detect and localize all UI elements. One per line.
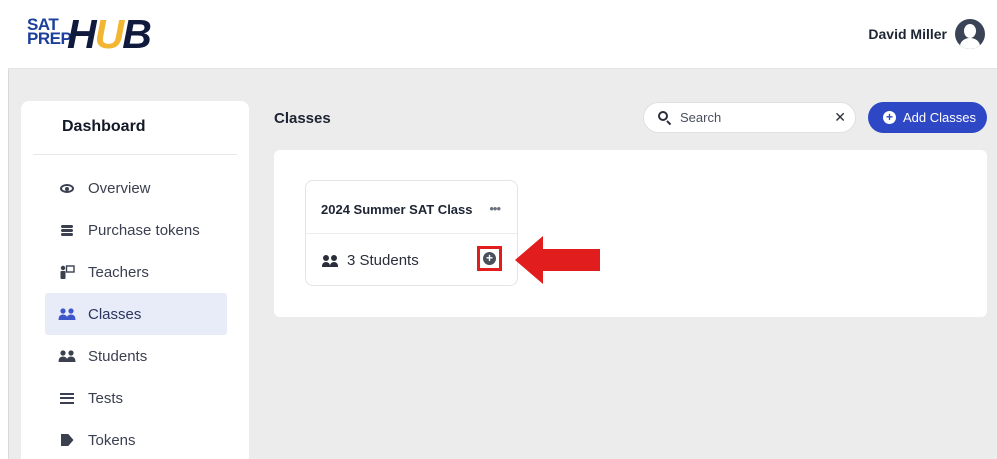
sidebar-item-tokens[interactable]: Tokens bbox=[45, 419, 227, 459]
plus-circle-icon: + bbox=[483, 252, 496, 265]
eye-icon bbox=[58, 180, 76, 196]
search-input[interactable] bbox=[680, 110, 820, 125]
class-card-title[interactable]: 2024 Summer SAT Class bbox=[321, 202, 473, 217]
logo-word-start: H bbox=[67, 11, 97, 57]
top-bar: SAT PREP HUB David Miller bbox=[8, 0, 997, 69]
sidebar: Dashboard Overview Purchase tokens Teach… bbox=[21, 101, 249, 459]
user-name[interactable]: David Miller bbox=[868, 26, 947, 42]
tag-icon bbox=[58, 432, 76, 448]
add-student-button[interactable]: + bbox=[477, 246, 502, 271]
search-box[interactable]: ✕ bbox=[643, 102, 856, 133]
logo-word-u: U bbox=[94, 11, 125, 57]
class-student-count: 3 Students bbox=[321, 252, 419, 269]
search-icon bbox=[658, 110, 672, 125]
red-arrow-annotation bbox=[515, 236, 600, 284]
avatar[interactable] bbox=[955, 19, 985, 49]
sidebar-item-purchase-tokens[interactable]: Purchase tokens bbox=[45, 209, 227, 251]
more-options-icon[interactable]: ••• bbox=[489, 201, 501, 216]
teacher-icon bbox=[58, 264, 76, 280]
users-icon bbox=[58, 306, 76, 322]
logo-line-2: PREP bbox=[27, 29, 72, 48]
plus-circle-icon: + bbox=[883, 111, 896, 124]
sidebar-item-teachers[interactable]: Teachers bbox=[45, 251, 227, 293]
sidebar-item-label: Classes bbox=[88, 305, 142, 323]
sidebar-item-label: Overview bbox=[88, 179, 151, 197]
add-classes-label: Add Classes bbox=[903, 110, 976, 125]
sidebar-item-label: Teachers bbox=[88, 263, 149, 281]
sidebar-item-label: Tests bbox=[88, 389, 124, 407]
add-classes-button[interactable]: + Add Classes bbox=[868, 102, 987, 133]
sidebar-item-classes[interactable]: Classes bbox=[45, 293, 227, 335]
sat-prep-hub-logo[interactable]: SAT PREP HUB bbox=[27, 11, 187, 57]
sidebar-item-label: Purchase tokens bbox=[88, 221, 200, 239]
sidebar-item-label: Tokens bbox=[88, 431, 136, 449]
sidebar-title: Dashboard bbox=[62, 118, 146, 135]
sidebar-item-overview[interactable]: Overview bbox=[45, 167, 227, 209]
sidebar-item-tests[interactable]: Tests bbox=[45, 377, 227, 419]
user-menu[interactable]: David Miller bbox=[868, 19, 985, 49]
users-icon bbox=[58, 348, 76, 364]
users-icon bbox=[321, 254, 339, 267]
card-divider bbox=[306, 233, 517, 234]
coins-icon bbox=[58, 222, 76, 238]
logo-word: HUB bbox=[67, 11, 152, 57]
page-title: Classes bbox=[274, 110, 331, 127]
sidebar-item-students[interactable]: Students bbox=[45, 335, 227, 377]
sidebar-divider bbox=[33, 154, 237, 155]
close-icon[interactable]: ✕ bbox=[834, 109, 846, 126]
sidebar-item-label: Students bbox=[88, 347, 148, 365]
students-count-label: 3 Students bbox=[347, 252, 419, 269]
list-icon bbox=[58, 390, 76, 406]
logo-word-end: B bbox=[122, 11, 152, 57]
